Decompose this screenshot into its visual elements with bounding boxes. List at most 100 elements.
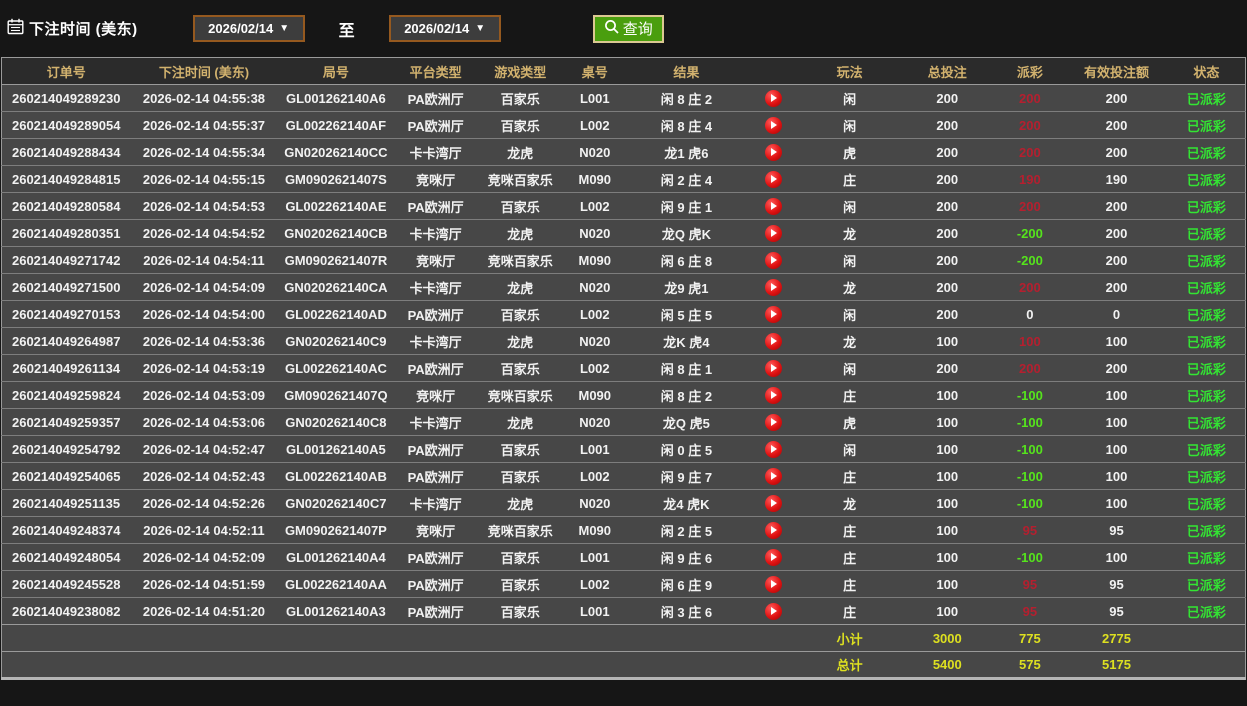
game-type-cell: 百家乐 (476, 435, 564, 463)
play-icon[interactable] (764, 197, 782, 215)
round-number-cell: GN020262140C9 (277, 327, 395, 355)
order-number-cell: 260214049261134 (1, 354, 131, 382)
payout-cell: 100 (994, 327, 1066, 355)
round-number-cell: GM0902621407P (277, 516, 395, 544)
replay-cell (746, 219, 800, 247)
payout-cell: 0 (994, 300, 1066, 328)
play-icon[interactable] (764, 359, 782, 377)
col-header-table-no: 桌号 (563, 57, 626, 85)
result-cell: 龙K 虎4 (625, 327, 747, 355)
play-icon[interactable] (764, 332, 782, 350)
play-icon[interactable] (764, 251, 782, 269)
play-icon[interactable] (764, 467, 782, 485)
bet-type-cell: 龙 (799, 219, 900, 247)
result-cell: 闲 8 庄 2 (625, 84, 747, 112)
replay-cell (746, 138, 800, 166)
play-icon[interactable] (764, 440, 782, 458)
play-icon[interactable] (764, 305, 782, 323)
round-number-cell: GN020262140CA (277, 273, 395, 301)
valid-bet-cell: 100 (1065, 408, 1168, 436)
play-icon[interactable] (764, 521, 782, 539)
total-total-bet: 5400 (899, 651, 995, 679)
date-from-select[interactable]: 2026/02/14 ▼ (192, 15, 305, 42)
play-icon[interactable] (764, 413, 782, 431)
platform-type-cell: 竞咪厅 (394, 381, 477, 409)
table-row: 260214049280351 2026-02-14 04:54:52 GN02… (1, 219, 1246, 247)
game-type-cell: 百家乐 (476, 300, 564, 328)
play-icon[interactable] (764, 278, 782, 296)
total-bet-cell: 200 (899, 300, 995, 328)
date-to-select[interactable]: 2026/02/14 ▼ (388, 15, 501, 42)
play-icon[interactable] (764, 386, 782, 404)
total-spacer (1, 651, 800, 679)
subtotal-status-spacer (1167, 624, 1246, 652)
round-number-cell: GL002262140AD (277, 300, 395, 328)
col-header-bet-time: 下注时间 (美东) (130, 57, 278, 85)
col-header-bet-type: 玩法 (799, 57, 900, 85)
bet-time-cell: 2026-02-14 04:52:43 (130, 462, 278, 490)
play-icon[interactable] (764, 548, 782, 566)
bet-type-cell: 闲 (799, 354, 900, 382)
table-number-cell: L002 (563, 111, 626, 139)
table-number-cell: L002 (563, 192, 626, 220)
payout-cell: 95 (994, 570, 1066, 598)
play-icon[interactable] (764, 143, 782, 161)
payout-cell: 190 (994, 165, 1066, 193)
bet-type-cell: 闲 (799, 300, 900, 328)
replay-cell (746, 570, 800, 598)
bet-time-cell: 2026-02-14 04:54:11 (130, 246, 278, 274)
total-bet-cell: 200 (899, 273, 995, 301)
bet-type-cell: 虎 (799, 408, 900, 436)
game-type-cell: 龙虎 (476, 138, 564, 166)
platform-type-cell: 竞咪厅 (394, 246, 477, 274)
table-number-cell: L002 (563, 300, 626, 328)
order-number-cell: 260214049264987 (1, 327, 131, 355)
round-number-cell: GN020262140C8 (277, 408, 395, 436)
valid-bet-cell: 200 (1065, 111, 1168, 139)
status-cell: 已派彩 (1167, 219, 1246, 247)
platform-type-cell: PA欧洲厅 (394, 354, 477, 382)
play-icon[interactable] (764, 224, 782, 242)
table-row: 260214049288434 2026-02-14 04:55:34 GN02… (1, 138, 1246, 166)
play-icon[interactable] (764, 116, 782, 134)
play-icon[interactable] (764, 170, 782, 188)
platform-type-cell: 卡卡湾厅 (394, 273, 477, 301)
table-row: 260214049248054 2026-02-14 04:52:09 GL00… (1, 543, 1246, 571)
payout-cell: 95 (994, 597, 1066, 625)
valid-bet-cell: 200 (1065, 354, 1168, 382)
play-icon[interactable] (764, 89, 782, 107)
valid-bet-cell: 100 (1065, 543, 1168, 571)
search-button[interactable]: 查询 (592, 14, 664, 43)
order-number-cell: 260214049280351 (1, 219, 131, 247)
result-cell: 闲 8 庄 1 (625, 354, 747, 382)
game-type-cell: 百家乐 (476, 543, 564, 571)
play-icon[interactable] (764, 575, 782, 593)
round-number-cell: GM0902621407R (277, 246, 395, 274)
payout-cell: 200 (994, 111, 1066, 139)
bet-time-cell: 2026-02-14 04:54:53 (130, 192, 278, 220)
col-header-total-bet: 总投注 (899, 57, 995, 85)
replay-cell (746, 273, 800, 301)
payout-cell: -100 (994, 489, 1066, 517)
bet-time-cell: 2026-02-14 04:54:09 (130, 273, 278, 301)
search-button-label: 查询 (622, 21, 653, 38)
order-number-cell: 260214049288434 (1, 138, 131, 166)
replay-cell (746, 435, 800, 463)
play-icon[interactable] (764, 602, 782, 620)
to-label: 至 (338, 22, 355, 40)
bet-time-cell: 2026-02-14 04:53:09 (130, 381, 278, 409)
result-cell: 闲 3 庄 6 (625, 597, 747, 625)
valid-bet-cell: 100 (1065, 435, 1168, 463)
round-number-cell: GM0902621407S (277, 165, 395, 193)
result-cell: 龙1 虎6 (625, 138, 747, 166)
table-number-cell: L001 (563, 435, 626, 463)
status-cell: 已派彩 (1167, 246, 1246, 274)
valid-bet-cell: 200 (1065, 192, 1168, 220)
total-bet-cell: 200 (899, 165, 995, 193)
table-row: 260214049251135 2026-02-14 04:52:26 GN02… (1, 489, 1246, 517)
payout-cell: 200 (994, 84, 1066, 112)
status-cell: 已派彩 (1167, 435, 1246, 463)
order-number-cell: 260214049289054 (1, 111, 131, 139)
payout-cell: -100 (994, 408, 1066, 436)
play-icon[interactable] (764, 494, 782, 512)
